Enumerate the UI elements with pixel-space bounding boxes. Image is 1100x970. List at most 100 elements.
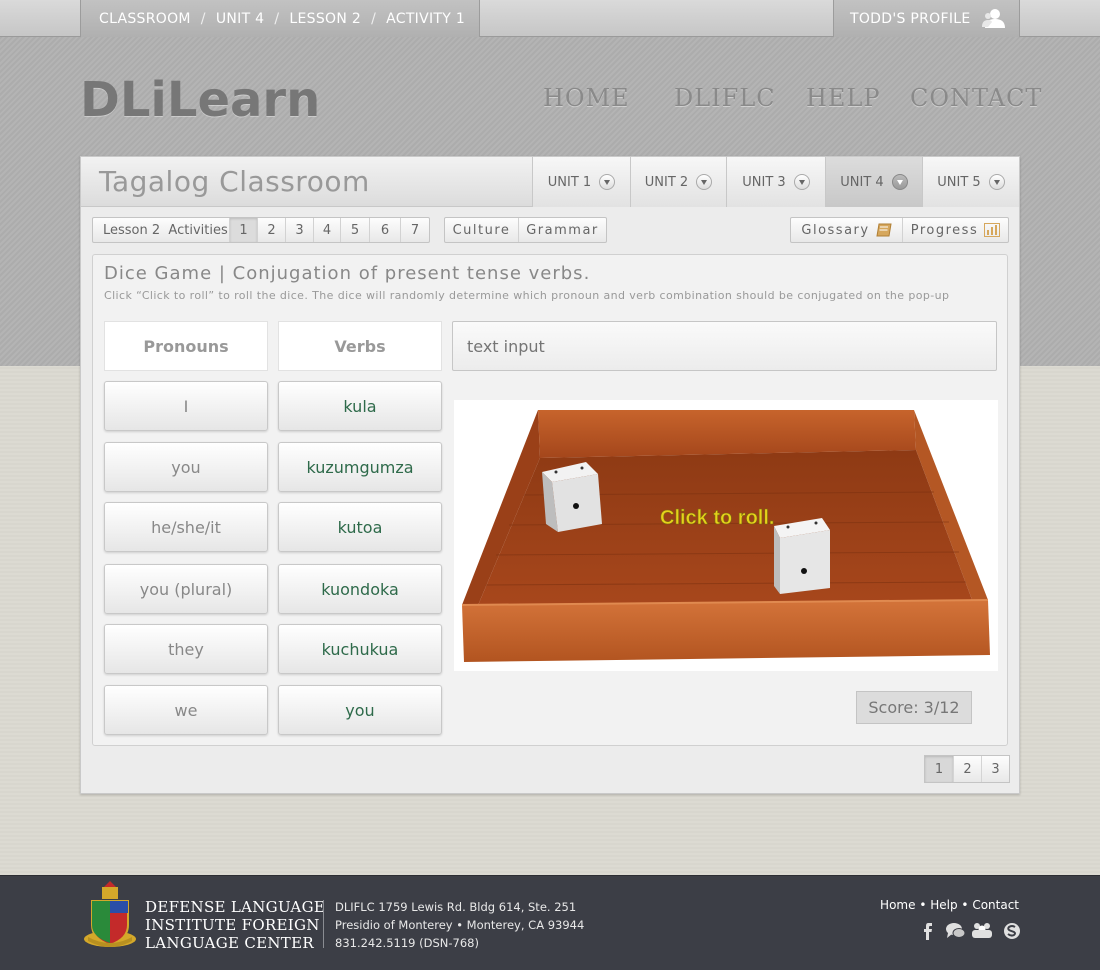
institution-name: DEFENSE LANGUAGE INSTITUTE FOREIGN LANGU… [145,898,325,952]
footer-link-help[interactable]: Help [930,898,957,912]
facebook-icon[interactable] [924,923,932,940]
community-icon[interactable] [972,923,992,938]
nav-home[interactable]: HOME [543,84,630,112]
verb-tile[interactable]: kutoa [278,502,442,552]
score-display: Score: 3/12 [856,691,972,724]
pronoun-tile[interactable]: he/she/it [104,502,268,552]
pronouns-header: Pronouns [104,321,268,371]
verb-tile[interactable]: kula [278,381,442,431]
activity-5-button[interactable]: 5 [340,218,369,242]
breadcrumb-separator: / [274,10,280,27]
pagination: 1 2 3 [924,755,1010,783]
address-line: Presidio of Monterey • Monterey, CA 9394… [335,918,585,932]
footer-link-separator: • [961,898,969,912]
verb-tile[interactable]: kuchukua [278,624,442,674]
die-left [542,462,602,532]
answer-input[interactable] [452,321,997,371]
nav-help[interactable]: HELP [806,84,881,112]
user-icon [982,9,1005,28]
footer-link-contact[interactable]: Contact [972,898,1019,912]
institution-line: INSTITUTE FOREIGN [145,916,320,934]
lesson-activities-label: Lesson 2 Activities [93,218,229,242]
tab-unit-5[interactable]: UNIT 5 [922,157,1019,207]
skype-icon[interactable] [1004,923,1020,939]
institution-line: DEFENSE LANGUAGE [145,898,326,916]
glossary-label: Glossary [801,222,870,238]
tab-unit-2[interactable]: UNIT 2 [630,157,726,207]
tools-bar: Glossary Progress [790,217,1009,243]
culture-button[interactable]: Culture [445,218,518,242]
site-footer: DEFENSE LANGUAGE INSTITUTE FOREIGN LANGU… [0,875,1100,970]
pronoun-tile[interactable]: they [104,624,268,674]
dice-game-panel: Dice Game | Conjugation of present tense… [92,254,1008,746]
profile-label: TODD'S PROFILE [850,10,971,27]
footer-link-home[interactable]: Home [880,898,915,912]
pronoun-tile[interactable]: you (plural) [104,564,268,614]
tab-unit-1[interactable]: UNIT 1 [532,157,630,207]
breadcrumb-activity[interactable]: ACTIVITY 1 [386,11,465,27]
activity-6-button[interactable]: 6 [369,218,400,242]
dice-tray[interactable]: Click to roll. [454,400,998,671]
chevron-down-icon [696,174,713,190]
game-instructions: Click “Click to roll” to roll the dice. … [104,289,950,302]
dliflc-crest-icon [84,881,136,947]
activity-2-button[interactable]: 2 [257,218,285,242]
classroom-title: Tagalog Classroom [99,165,370,198]
unit-tab-label: UNIT 1 [547,174,592,190]
breadcrumb: CLASSROOM / UNIT 4 / LESSON 2 / ACTIVITY… [80,0,480,37]
nav-contact[interactable]: CONTACT [910,84,1042,112]
social-icons [924,923,1020,940]
verbs-header: Verbs [278,321,442,371]
page-2-button[interactable]: 2 [953,756,981,782]
lesson-activities-bar: Lesson 2 Activities 1 2 3 4 5 6 7 [92,217,430,243]
footer-links: Home • Help • Contact [880,898,1019,912]
verb-tile[interactable]: you [278,685,442,735]
address-line: DLIFLC 1759 Lewis Rd. Bldg 614, Ste. 251 [335,900,577,914]
nav-dliflc[interactable]: DLIFLC [674,84,776,112]
footer-divider [323,900,324,948]
activity-1-button[interactable]: 1 [229,218,257,242]
unit-tab-label: UNIT 4 [840,174,884,190]
grammar-button[interactable]: Grammar [518,218,606,242]
activity-7-button[interactable]: 7 [400,218,429,242]
breadcrumb-separator: / [200,10,206,27]
breadcrumb-separator: / [371,10,377,27]
breadcrumb-lesson[interactable]: LESSON 2 [289,11,361,27]
breadcrumb-unit[interactable]: UNIT 4 [216,11,265,27]
tab-unit-4[interactable]: UNIT 4 [825,157,922,207]
unit-tab-label: UNIT 3 [742,174,786,190]
pronoun-tile[interactable]: I [104,381,268,431]
chevron-down-icon [793,174,810,190]
extras-bar: Culture Grammar [444,217,607,243]
pronoun-tile[interactable]: we [104,685,268,735]
tab-unit-3[interactable]: UNIT 3 [726,157,825,207]
activities-label: Activities [168,222,228,238]
profile-link[interactable]: TODD'S PROFILE [833,0,1020,37]
footer-link-separator: • [919,898,927,912]
institution-line: LANGUAGE CENTER [145,934,314,952]
classroom-header: Tagalog Classroom UNIT 1 UNIT 2 UNIT 3 U… [81,157,1019,207]
pronoun-tile[interactable]: you [104,442,268,492]
top-bar: CLASSROOM / UNIT 4 / LESSON 2 / ACTIVITY… [0,0,1100,37]
verb-tile[interactable]: kuzumgumza [278,442,442,492]
activity-3-button[interactable]: 3 [285,218,313,242]
lesson-label: Lesson 2 [103,222,161,238]
bar-chart-icon [984,223,1001,237]
phone-line: 831.242.5119 (DSN-768) [335,936,479,950]
classroom-card: Tagalog Classroom UNIT 1 UNIT 2 UNIT 3 U… [80,156,1020,794]
game-title: Dice Game | Conjugation of present tense… [104,263,591,284]
book-icon [876,223,892,237]
verb-tile[interactable]: kuondoka [278,564,442,614]
glossary-button[interactable]: Glossary [791,218,902,242]
unit-tab-label: UNIT 2 [644,174,689,190]
page-3-button[interactable]: 3 [981,756,1009,782]
click-to-roll-label[interactable]: Click to roll. [660,507,775,530]
activity-4-button[interactable]: 4 [313,218,340,242]
chevron-down-icon [988,174,1005,190]
unit-tab-label: UNIT 5 [937,174,981,190]
page-1-button[interactable]: 1 [925,756,953,782]
progress-button[interactable]: Progress [902,218,1008,242]
chevron-down-icon [891,174,908,190]
chat-icon[interactable] [946,923,966,938]
breadcrumb-classroom[interactable]: CLASSROOM [99,11,191,27]
